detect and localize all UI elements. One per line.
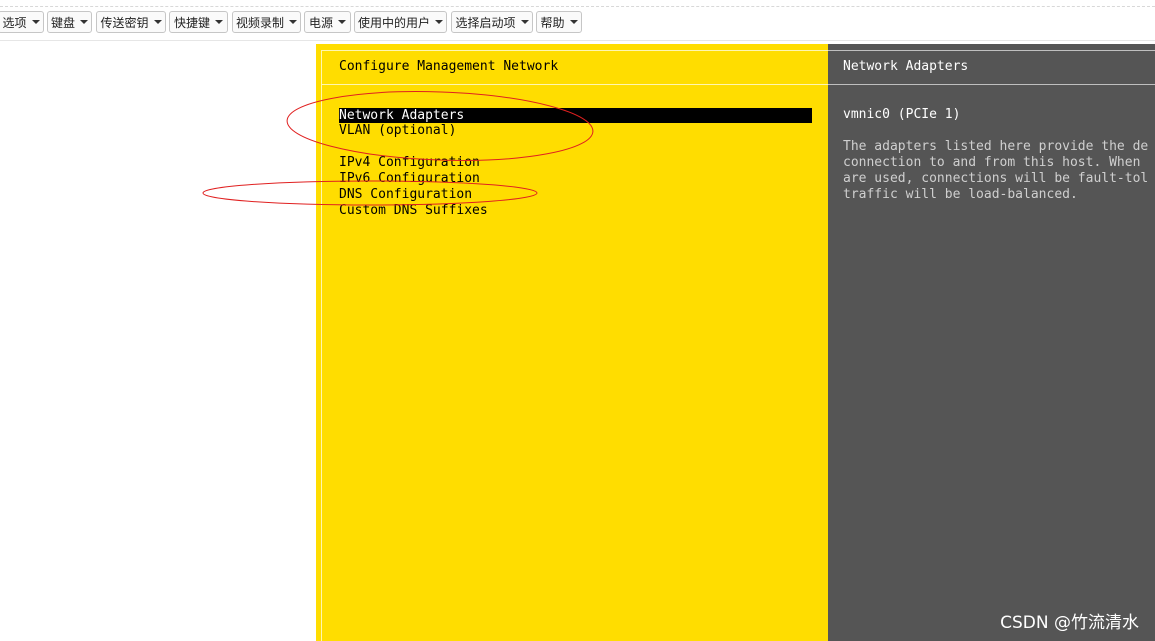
menu-item-ipv4-configuration[interactable]: IPv4 Configuration <box>339 155 480 171</box>
menu-item-dns-configuration[interactable]: DNS Configuration <box>339 187 472 203</box>
menu-boot-option-label: 选择启动项 <box>455 15 516 30</box>
panel-border-line <box>828 50 1155 51</box>
caret-down-icon <box>80 20 89 24</box>
menu-item-ipv6-configuration[interactable]: IPv6 Configuration <box>339 171 480 187</box>
menu-hotkeys-label: 快捷键 <box>174 15 211 30</box>
info-panel-title: Network Adapters <box>843 59 969 74</box>
adapter-name: vmnic0 (PCIe 1) <box>843 107 961 122</box>
caret-down-icon <box>520 20 529 24</box>
caret-down-icon <box>31 20 40 24</box>
menu-item-network-adapters[interactable]: Network Adapters <box>339 108 812 123</box>
menu-help-label: 帮助 <box>540 15 565 30</box>
menu-video-record-button[interactable]: 视频录制 <box>232 11 301 33</box>
menu-send-keys-button[interactable]: 传送密钥 <box>96 11 166 33</box>
caret-down-icon <box>435 20 444 24</box>
menu-send-keys-label: 传送密钥 <box>100 15 149 30</box>
menu-hotkeys-button[interactable]: 快捷键 <box>169 11 228 33</box>
menu-options-button[interactable]: 选项 <box>0 11 44 33</box>
csdn-watermark: CSDN @竹流清水 <box>1000 613 1139 633</box>
panel-border-line <box>321 50 828 51</box>
caret-down-icon <box>215 20 224 24</box>
menu-item-vlan[interactable]: VLAN (optional) <box>339 123 456 139</box>
description-line: The adapters listed here provide the de <box>843 139 1149 154</box>
menu-options-label: 选项 <box>2 15 27 30</box>
menu-keyboard-button[interactable]: 键盘 <box>47 11 92 33</box>
menu-help-button[interactable]: 帮助 <box>536 11 582 33</box>
panel-border-line <box>321 50 322 641</box>
panel-border-line <box>828 84 1155 85</box>
menu-active-users-label: 使用中的用户 <box>358 15 431 30</box>
toolbar: 选项 键盘 传送密钥 快捷键 视频录制 电源 使用中的用户 选择启动项 帮助 <box>0 0 1155 42</box>
menu-video-record-label: 视频录制 <box>236 15 285 30</box>
menu-power-button[interactable]: 电源 <box>304 11 351 33</box>
menu-power-label: 电源 <box>309 15 334 30</box>
configure-network-title: Configure Management Network <box>339 59 559 74</box>
description-line: are used, connections will be fault-tol <box>843 171 1149 186</box>
caret-down-icon <box>153 20 162 24</box>
menu-boot-option-button[interactable]: 选择启动项 <box>451 11 533 33</box>
menu-item-custom-dns-suffixes[interactable]: Custom DNS Suffixes <box>339 203 488 219</box>
description-line: traffic will be load-balanced. <box>843 187 1078 202</box>
caret-down-icon <box>289 20 298 24</box>
caret-down-icon <box>338 20 347 24</box>
description-line: connection to and from this host. When <box>843 155 1149 170</box>
toolbar-bottom-divider <box>0 40 1155 41</box>
panel-border-line <box>321 84 828 85</box>
toolbar-top-divider <box>0 6 1155 7</box>
caret-down-icon <box>569 20 578 24</box>
console-info-panel <box>828 44 1155 641</box>
menu-keyboard-label: 键盘 <box>51 15 76 30</box>
menu-active-users-button[interactable]: 使用中的用户 <box>354 11 447 33</box>
